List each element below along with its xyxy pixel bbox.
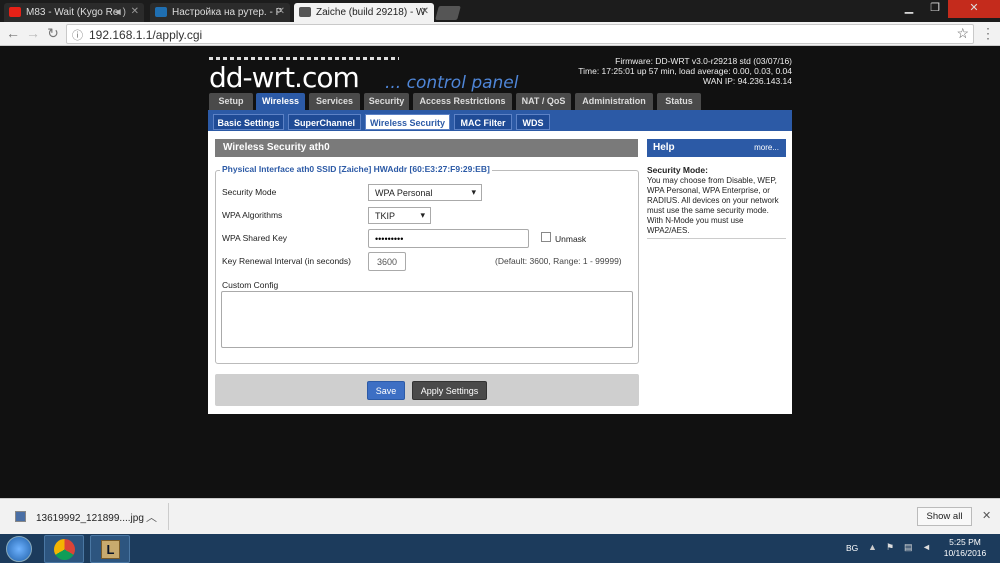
help-more-link[interactable]: more... [754,143,779,152]
clock-date: 10/16/2016 [943,548,987,558]
close-window-icon[interactable]: ✕ [948,0,1000,18]
wpa-algorithms-select[interactable]: TKIP [368,207,431,224]
network-icon[interactable]: ▤ [904,542,913,553]
address-bar[interactable]: ⓘ 192.168.1.1/apply.cgi ☆ [66,24,974,44]
close-tab-icon[interactable]: ✕ [421,6,429,17]
subtab-superchannel[interactable]: SuperChannel [288,114,361,130]
help-heading: Security Mode: [647,165,708,175]
firmware-text: Firmware: DD-WRT v3.0-r29218 std (03/07/… [615,56,792,66]
volume-icon[interactable]: ◄ [922,542,931,552]
uptime-text: Time: 17:25:01 up 57 min, load average: … [578,66,792,76]
security-mode-select[interactable]: WPA Personal [368,184,482,201]
system-info: Firmware: DD-WRT v3.0-r29218 std (03/07/… [578,56,792,86]
close-download-bar-icon[interactable]: ✕ [982,509,991,522]
help-divider [647,238,786,239]
audio-playing-icon[interactable]: ◄) [113,7,126,18]
tab-security[interactable]: Security [364,93,409,110]
taskbar-league-button[interactable]: L [90,535,130,563]
help-body: Security Mode: You may choose from Disab… [647,165,786,239]
unmask-checkbox[interactable] [541,232,551,242]
custom-config-label: Custom Config [222,280,279,290]
chrome-icon [54,539,75,560]
show-all-button[interactable]: Show all [917,507,972,526]
tab-setup[interactable]: Setup [209,93,253,110]
bookmark-star-icon[interactable]: ☆ [956,25,969,42]
tab-administration[interactable]: Administration [575,93,653,110]
download-bar: 13619992_121899....jpg ︿ Show all ✕ [0,498,1000,534]
subtab-mac-filter[interactable]: MAC Filter [454,114,512,130]
start-button-icon[interactable] [6,536,32,562]
close-tab-icon[interactable]: ✕ [277,6,285,17]
browser-tab-forum[interactable]: Настройка на рутер. - P ✕ [150,3,290,22]
custom-config-textarea[interactable] [221,291,633,348]
menu-icon[interactable]: ⋮ [980,25,996,41]
key-renewal-input[interactable]: 3600 [368,252,406,271]
wpa-algorithms-label: WPA Algorithms [222,210,283,220]
wpa-shared-key-label: WPA Shared Key [222,233,288,243]
tab-status[interactable]: Status [657,93,701,110]
wpa-shared-key-input[interactable]: ••••••••• [368,229,529,248]
close-tab-icon[interactable]: ✕ [131,6,139,17]
help-header: Help more... [647,139,786,157]
download-filename[interactable]: 13619992_121899....jpg [36,513,144,524]
ddwrt-logo[interactable]: dd-wrt.com [209,57,399,94]
taskbar-chrome-button[interactable] [44,535,84,563]
security-mode-label: Security Mode [222,187,277,197]
forum-icon [155,7,167,17]
fieldset-legend: Physical Interface ath0 SSID [Zaiche] HW… [220,164,492,174]
section-title: Wireless Security ath0 [215,139,638,157]
wan-ip-text: WAN IP: 94.236.143.14 [703,76,792,86]
youtube-icon [9,7,21,17]
tray-expand-icon[interactable]: ▲ [868,542,877,552]
key-renewal-label: Key Renewal Interval (in seconds) [222,256,351,266]
clock[interactable]: 5:25 PM 10/16/2016 [940,537,990,559]
tab-title: Zaiche (build 29218) - W [316,7,426,18]
unmask-label: Unmask [555,234,587,244]
tab-access-restrictions[interactable]: Access Restrictions [413,93,512,110]
browser-tab-router[interactable]: Zaiche (build 29218) - W ✕ [294,3,434,22]
league-icon: L [101,540,120,559]
router-icon [299,7,311,17]
minimize-icon[interactable]: ▁ [896,0,922,18]
image-file-icon [15,511,26,522]
tab-title: M83 - Wait (Kygo Re [26,7,119,18]
reload-icon[interactable]: ↻ [45,25,61,41]
language-indicator[interactable]: BG [846,543,858,553]
info-icon[interactable]: ⓘ [72,27,83,43]
restore-icon[interactable]: ❐ [922,0,948,18]
subtab-basic-settings[interactable]: Basic Settings [213,114,284,130]
forward-icon[interactable]: → [25,25,41,41]
apply-settings-button[interactable]: Apply Settings [412,381,487,400]
subtab-wireless-security[interactable]: Wireless Security [365,114,450,130]
control-panel-title: ... control panel [385,73,519,93]
subtab-wds[interactable]: WDS [516,114,550,130]
help-title: Help [653,142,675,153]
flag-icon[interactable]: ⚑ [886,542,894,553]
browser-tab-strip: M83 - Wait (Kygo Re ◄) ✕ Настройка на ру… [0,0,1000,22]
tab-wireless[interactable]: Wireless [256,93,305,110]
tab-services[interactable]: Services [309,93,360,110]
tab-nat-qos[interactable]: NAT / QoS [516,93,571,110]
chevron-up-icon[interactable]: ︿ [146,509,157,525]
clock-time: 5:25 PM [949,537,981,547]
divider [168,503,169,530]
new-tab-button[interactable] [435,6,461,20]
url-text: 192.168.1.1/apply.cgi [89,28,203,42]
windows-taskbar: L BG ▲ ⚑ ▤ ◄ 5:25 PM 10/16/2016 [0,534,1000,563]
browser-toolbar: ← → ↻ ⓘ 192.168.1.1/apply.cgi ☆ ⋮ [0,22,1000,46]
help-text: You may choose from Disable, WEP, WPA Pe… [647,176,779,235]
save-button[interactable]: Save [367,381,405,400]
back-icon[interactable]: ← [5,25,21,41]
key-renewal-hint: (Default: 3600, Range: 1 - 99999) [495,256,622,266]
tab-title: Настройка на рутер. - P [172,7,283,18]
browser-tab-youtube[interactable]: M83 - Wait (Kygo Re ◄) ✕ [4,3,144,22]
